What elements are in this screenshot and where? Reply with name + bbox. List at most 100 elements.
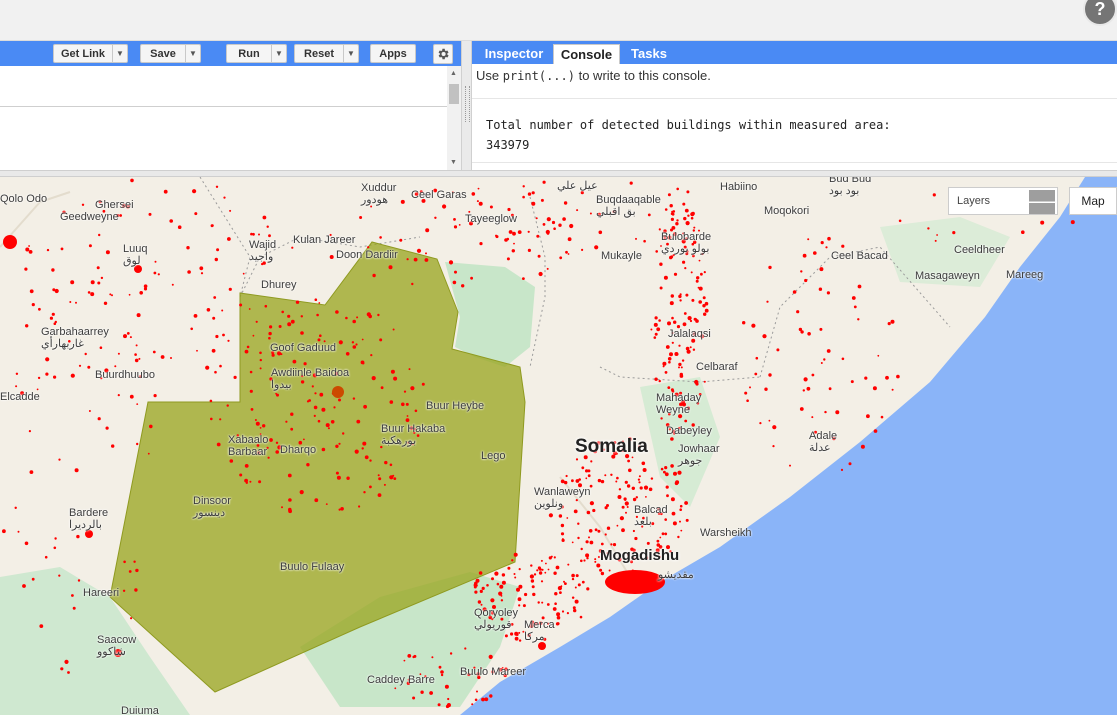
building-point [513,573,516,575]
scroll-thumb[interactable] [449,84,459,104]
building-point [77,579,81,582]
building-point [606,526,611,530]
place-label-wanlaweyn: Wanlaweyn ونلوين [534,486,591,510]
building-point [585,553,590,558]
building-point [223,196,226,199]
building-point [268,336,271,340]
building-point [244,464,249,468]
code-text-area[interactable] [0,66,447,170]
building-point [266,225,269,228]
building-point [271,353,275,357]
building-point [571,479,574,483]
building-point [103,301,108,305]
building-point [637,478,641,481]
save-button[interactable]: Save ▼ [140,44,201,63]
building-point [673,471,677,476]
building-point [345,316,348,320]
building-point [308,399,311,402]
building-point [655,250,658,253]
building-point [249,370,253,374]
building-point [242,272,245,275]
building-point [527,230,530,233]
building-point [573,608,577,613]
building-point [857,284,862,289]
panel-splitter[interactable] [461,41,472,170]
building-point [403,390,407,393]
building-point [71,594,74,597]
code-line-divider [0,106,447,107]
building-point [292,359,297,364]
run-button[interactable]: Run ▼ [226,44,287,63]
place-label-lego: Lego [481,450,506,462]
building-point [90,280,95,285]
tab-inspector[interactable]: Inspector [478,44,550,64]
editor-toolbar: Get Link ▼ Save ▼ Run ▼ Reset ▼ Apps [0,41,466,66]
building-point [811,416,814,419]
building-point [604,474,607,477]
building-point [100,276,104,280]
chevron-down-icon[interactable]: ▼ [112,45,127,62]
building-point [470,276,473,280]
map-type-button[interactable]: Map [1069,187,1117,215]
building-point [440,673,444,677]
help-icon[interactable]: ? [1083,0,1117,26]
gear-icon[interactable] [433,44,453,64]
building-point [399,238,403,242]
layers-toggle-icon[interactable] [1029,190,1055,214]
building-point [802,253,807,258]
map-splitter[interactable] [0,170,1117,177]
building-point [624,480,628,484]
building-point [474,698,478,702]
building-point [494,571,499,576]
building-point [122,589,126,592]
building-point [857,318,860,321]
building-point [896,374,900,379]
editor-scrollbar[interactable]: ▲ ▼ [447,66,461,170]
building-point [559,591,562,594]
scroll-down-icon[interactable]: ▼ [450,159,457,166]
building-point [538,568,542,571]
building-point [170,357,172,359]
chevron-down-icon[interactable]: ▼ [185,45,200,62]
apps-button[interactable]: Apps [370,44,416,63]
building-point [608,569,611,572]
tab-console[interactable]: Console [553,44,620,64]
building-point [617,495,622,499]
building-point [313,405,318,410]
building-point [259,427,262,429]
tab-tasks[interactable]: Tasks [622,44,676,64]
chevron-down-icon[interactable]: ▼ [271,45,286,62]
splitter-grip[interactable] [465,86,470,122]
building-point [248,308,251,310]
place-label-tayeeglow: Tayeeglow [465,213,517,225]
console-output-line: Total number of detected buildings withi… [486,118,891,132]
building-point [147,452,150,455]
building-point [383,483,386,486]
place-label-dabeyley: Dabeyley [666,425,712,437]
building-point [429,691,433,695]
get-link-button[interactable]: Get Link ▼ [53,44,128,63]
reset-label: Reset [304,47,334,60]
building-point [117,394,120,397]
scroll-up-icon[interactable]: ▲ [450,70,457,77]
building-point [136,403,139,405]
building-point [87,291,91,294]
building-point [1021,230,1025,234]
building-point [281,506,283,509]
place-label-bardere: Bardere بالرديرا [69,507,109,531]
building-point [600,479,605,484]
building-point [772,425,777,430]
building-point [70,280,75,285]
layers-control[interactable]: Layers [948,187,1058,215]
building-point [227,237,231,241]
chevron-down-icon[interactable]: ▼ [343,45,358,62]
map-view[interactable]: Xuddur هودور Ceel Garas عيل علي Buqdaaqab… [0,177,1117,715]
building-point [554,602,557,605]
building-point [643,239,646,243]
building-point [318,302,321,304]
building-point [510,632,514,636]
reset-button[interactable]: Reset ▼ [294,44,359,63]
building-point [186,246,190,250]
place-label-mahaday-weyne: Mahaday Weyne [656,392,702,416]
building-point [413,654,417,658]
